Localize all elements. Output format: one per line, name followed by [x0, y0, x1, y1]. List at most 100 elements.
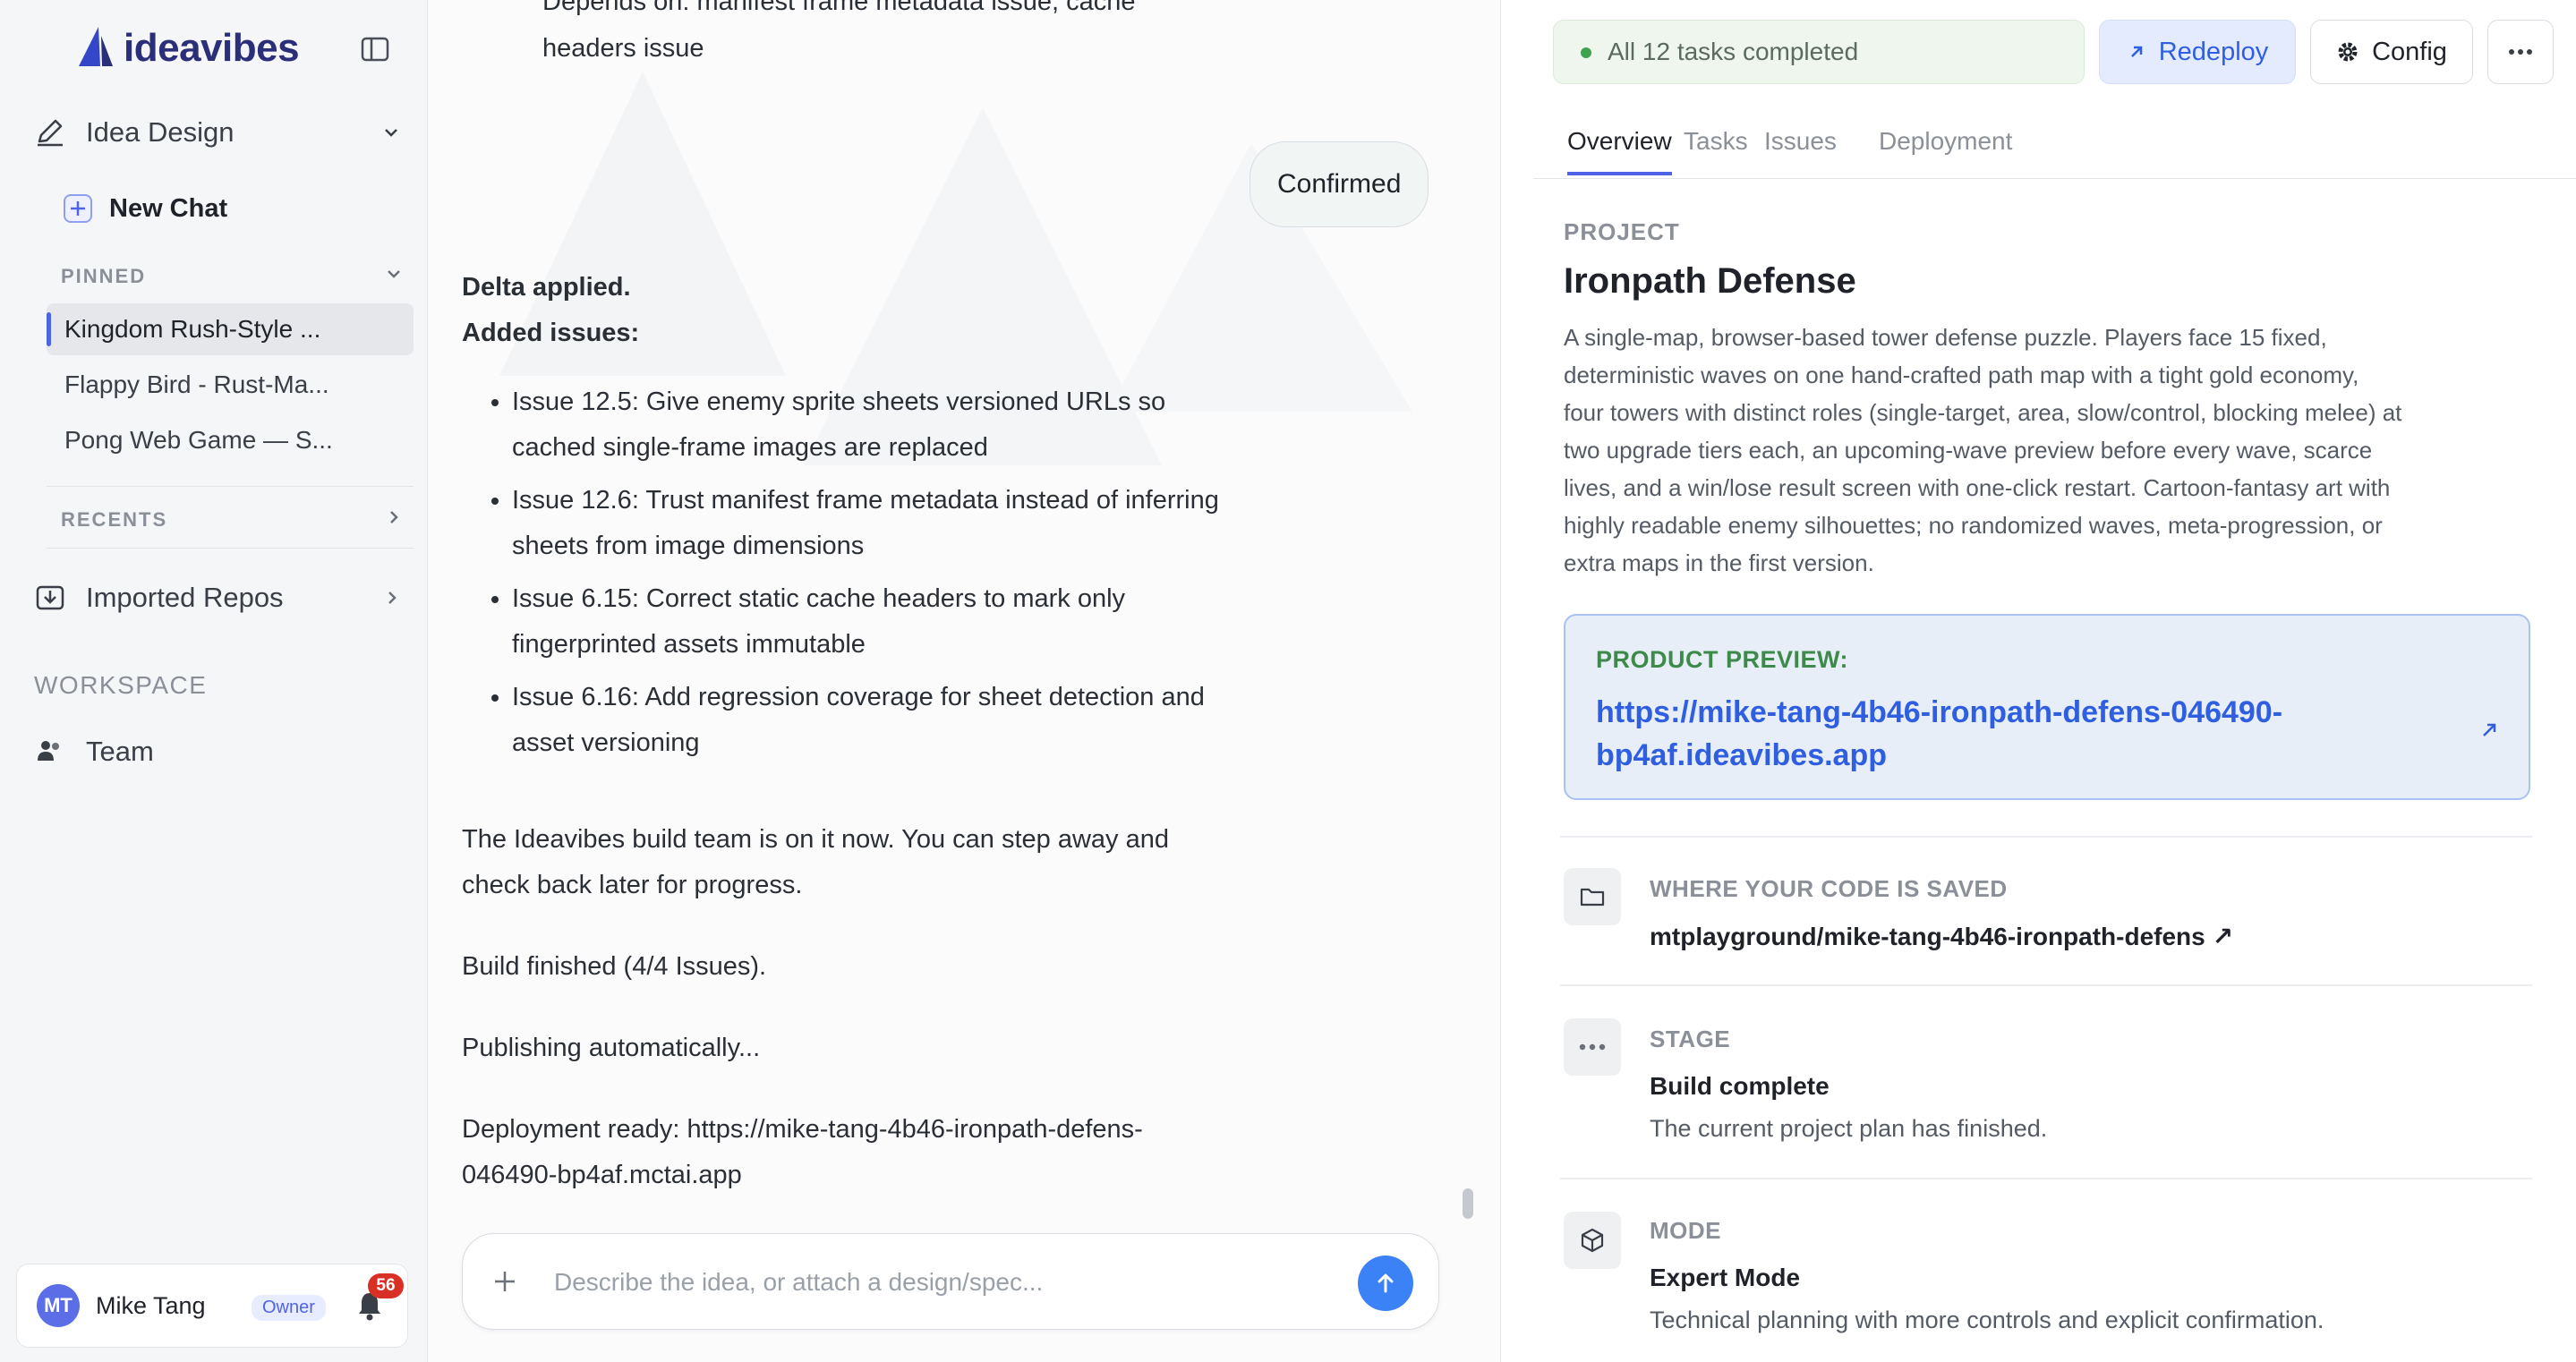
chevron-down-icon	[388, 270, 400, 278]
build-team-line: check back later for progress.	[462, 871, 803, 899]
plus-icon	[495, 1272, 515, 1291]
code-location-icon-box	[1564, 868, 1621, 925]
attach-button[interactable]	[488, 1264, 522, 1303]
chat-scrollbar[interactable]	[1463, 1188, 1473, 1219]
stage-value: Build complete	[1650, 1072, 1830, 1100]
issue-text: asset versioning	[512, 728, 700, 757]
cube-icon	[1581, 1228, 1604, 1253]
chevron-right-icon	[390, 511, 398, 524]
pinned-collapse-toggle[interactable]	[385, 265, 403, 287]
plus-square-icon	[64, 194, 92, 223]
product-preview-label: PRODUCT PREVIEW:	[1596, 646, 1849, 673]
external-link-icon	[2483, 723, 2496, 736]
sidebar-divider	[47, 486, 414, 487]
project-selector-label: Idea Design	[86, 116, 235, 148]
sidebar-toggle-button[interactable]	[360, 34, 390, 64]
workspace-section-label: WORKSPACE	[34, 671, 208, 699]
user-card[interactable]: MT Mike Tang Owner 56	[16, 1264, 408, 1348]
deployment-ready-line: 046490-bp4af.mctai.app	[462, 1161, 742, 1189]
stage-description: The current project plan has finished.	[1650, 1115, 2048, 1142]
pinned-chat-item[interactable]: Flappy Bird - Rust-Ma...	[47, 359, 414, 411]
list-item: Issue 6.15: Correct static cache headers…	[512, 576, 1357, 668]
description-line: extra maps in the first version.	[1564, 549, 1874, 576]
description-line: four towers with distinct roles (single-…	[1564, 399, 2402, 426]
pinned-section-label: PINNED	[61, 265, 147, 287]
depends-on-line: Depends on: manifest frame metadata issu…	[542, 0, 1136, 16]
redeploy-label: Redeploy	[2158, 37, 2269, 66]
chevron-down-icon	[385, 129, 397, 137]
issue-text: sheets from image dimensions	[512, 532, 865, 560]
added-issues-heading: Added issues:	[462, 319, 640, 347]
chat-item-label: Kingdom Rush-Style ...	[64, 315, 321, 343]
tab-deployment[interactable]: Deployment	[1879, 127, 2012, 175]
description-line: two upgrade tiers each, an upcoming-wave…	[1564, 437, 2373, 464]
arrow-up-icon	[1378, 1273, 1394, 1293]
tab-overview[interactable]: Overview	[1567, 127, 1672, 175]
chat-item-label: Pong Web Game — S...	[64, 426, 333, 454]
project-description: A single-map, browser-based tower defens…	[1564, 319, 2512, 582]
mode-label: MODE	[1650, 1217, 1721, 1244]
user-message-bubble: Confirmed	[1250, 141, 1429, 227]
product-preview-link[interactable]: https://mike-tang-4b46-ironpath-defens-0…	[1596, 691, 2437, 777]
description-line: highly readable enemy silhouettes; no ra…	[1564, 512, 2383, 539]
chat-item-label: Flappy Bird - Rust-Ma...	[64, 370, 329, 398]
added-issues-list: Issue 12.5: Give enemy sprite sheets ver…	[462, 379, 1357, 773]
arrow-up-right-icon	[2130, 46, 2142, 57]
notification-count-badge: 56	[368, 1273, 404, 1298]
product-preview-card: PRODUCT PREVIEW: https://mike-tang-4b46-…	[1564, 614, 2530, 800]
imported-repos-label: Imported Repos	[86, 582, 284, 613]
more-options-button[interactable]	[2487, 20, 2554, 84]
tab-tasks[interactable]: Tasks	[1684, 127, 1748, 175]
mode-icon-box	[1564, 1212, 1621, 1269]
sidebar-divider	[47, 548, 414, 549]
list-item: Issue 12.5: Give enemy sprite sheets ver…	[512, 379, 1357, 471]
issue-text: cached single-frame images are replaced	[512, 433, 988, 462]
imported-repos-item[interactable]: Imported Repos	[34, 582, 401, 614]
team-icon	[38, 741, 59, 761]
message-composer	[462, 1233, 1439, 1330]
team-label: Team	[86, 736, 154, 767]
repository-link[interactable]: mtplayground/mike-tang-4b46-ironpath-def…	[1650, 922, 2233, 951]
ellipsis-icon	[1579, 1043, 1606, 1051]
recents-expand-toggle[interactable]	[385, 508, 403, 531]
redeploy-button[interactable]: Redeploy	[2099, 20, 2296, 84]
config-button[interactable]: Config	[2310, 20, 2473, 84]
more-horizontal-icon	[2509, 49, 2532, 55]
build-team-line: The Ideavibes build team is on it now. Y…	[462, 825, 1169, 854]
issue-text: Issue 12.5: Give enemy sprite sheets ver…	[512, 387, 1166, 416]
list-item: Issue 6.16: Add regression coverage for …	[512, 675, 1357, 766]
brand[interactable]: ideavibes	[73, 25, 300, 72]
project-selector[interactable]: Idea Design	[34, 116, 401, 149]
section-divider	[1560, 1178, 2532, 1179]
team-item[interactable]: Team	[34, 736, 401, 768]
message-fragment: Depends on: manifest frame metadata issu…	[462, 0, 1136, 72]
mode-description: Technical planning with more controls an…	[1650, 1307, 2324, 1333]
issue-text: Issue 12.6: Trust manifest frame metadat…	[512, 486, 1219, 515]
open-preview-button[interactable]	[2478, 719, 2500, 745]
gear-icon	[2338, 42, 2358, 62]
download-tray-icon	[36, 585, 64, 610]
code-location-label: WHERE YOUR CODE IS SAVED	[1650, 875, 2008, 902]
depends-on-line: headers issue	[542, 34, 704, 63]
panel-toggle-icon	[361, 37, 389, 62]
deployment-ready-message: Deployment ready: https://mike-tang-4b46…	[462, 1107, 1143, 1198]
panel-tabs: Overview Tasks Issues Deployment	[1533, 107, 2576, 179]
stage-label: STAGE	[1650, 1026, 1731, 1052]
stage-icon-box	[1564, 1018, 1621, 1076]
sail-logo-icon	[79, 27, 113, 66]
delta-applied-heading: Delta applied.	[462, 273, 631, 302]
new-chat-button[interactable]: New Chat	[63, 193, 227, 224]
message-input[interactable]	[552, 1256, 1286, 1309]
send-button[interactable]	[1358, 1256, 1413, 1311]
project-panel: All 12 tasks completed Redeploy Config O…	[1500, 0, 2576, 1362]
publishing-message: Publishing automatically...	[462, 1034, 761, 1062]
pinned-chat-item[interactable]: Pong Web Game — S...	[47, 414, 414, 466]
pinned-chat-item[interactable]: Kingdom Rush-Style ...	[47, 303, 414, 355]
folder-icon	[1580, 888, 1605, 907]
issue-text: Issue 6.16: Add regression coverage for …	[512, 683, 1205, 711]
preview-url-line: bp4af.ideavibes.app	[1596, 738, 1887, 772]
brand-name: ideavibes	[124, 26, 300, 70]
tab-issues[interactable]: Issues	[1764, 127, 1837, 175]
user-name: Mike Tang	[96, 1291, 206, 1319]
chevron-right-icon	[388, 592, 397, 604]
